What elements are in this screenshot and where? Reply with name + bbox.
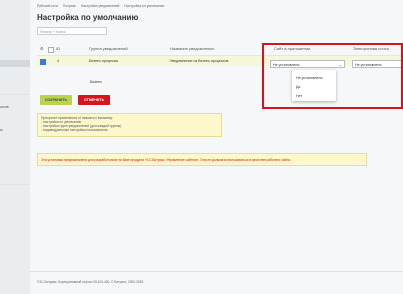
save-button[interactable]: СОХРАНИТЬ (40, 95, 72, 105)
breadcrumb-item[interactable]: Рабочий стол (37, 4, 58, 8)
cell-id: 4 (57, 59, 59, 63)
sidebar-selected-item[interactable] (0, 60, 30, 67)
info-line: - индивидуальные настройки пользователя (41, 128, 108, 132)
breadcrumb-item: Настройка по умолчанию (124, 4, 165, 8)
warning-message: Эта установка предназначена для разработ… (37, 153, 367, 166)
highlight-box (262, 43, 403, 109)
sidebar-item-label[interactable]: ы (0, 127, 3, 132)
row-checkbox[interactable] (40, 59, 46, 65)
search-input[interactable]: Фильтр + поиск (37, 27, 107, 35)
sidebar: осов ы (0, 0, 31, 294)
gear-icon[interactable]: ⚙ (40, 46, 44, 51)
breadcrumb: Рабочий стол Битрикс Настройки уведомлен… (37, 4, 168, 8)
column-header-name[interactable]: Название уведомления (170, 46, 214, 51)
footer-copyright: ©1С-Битрикс: Корпоративный портал 25.100… (37, 280, 144, 284)
column-header-group[interactable]: Группа уведомлений (89, 46, 128, 51)
sidebar-divider (0, 184, 30, 185)
info-box: Приоритет применения от низшего к высшем… (37, 113, 222, 137)
breadcrumb-item[interactable]: Битрикс (63, 4, 76, 8)
breadcrumb-item[interactable]: Настройки уведомлений (81, 4, 120, 8)
column-header-id[interactable]: ID (56, 46, 60, 51)
select-all-checkbox[interactable] (48, 47, 54, 53)
footer-divider (30, 271, 403, 272)
star-icon[interactable]: ☆ (122, 13, 129, 22)
sidebar-divider (0, 94, 30, 95)
cell-group: Бизнес-процессы (89, 59, 119, 63)
sidebar-item-label[interactable]: осов (0, 104, 9, 109)
cell-name: Уведомление из бизнес-процессов (170, 59, 229, 63)
cancel-button[interactable]: ОТМЕНИТЬ (78, 95, 110, 105)
cell-group: Бизнес (90, 80, 102, 84)
